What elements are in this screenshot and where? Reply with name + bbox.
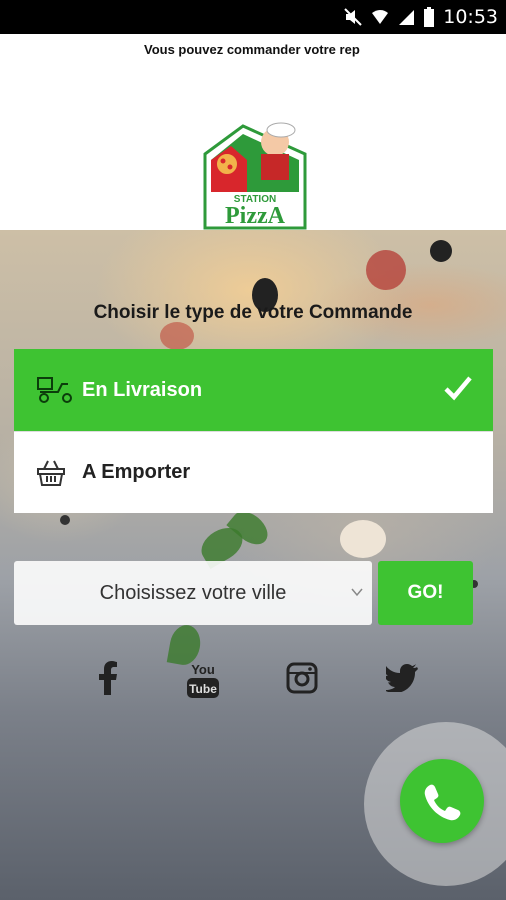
city-select[interactable]: Choisissez votre ville <box>14 561 372 625</box>
station-pizza-logo: STATION PizzA <box>203 122 307 230</box>
logo-line2: PizzA <box>225 203 286 229</box>
order-type-delivery[interactable]: En Livraison <box>14 349 493 431</box>
mushroom-decoration <box>340 520 386 558</box>
olive-decoration <box>430 240 452 262</box>
pepper-decoration <box>60 515 70 525</box>
page-title: Choisir le type de votre Commande <box>93 302 413 323</box>
city-select-value: Choisissez votre ville <box>99 581 287 604</box>
order-type-label: En Livraison <box>82 378 203 401</box>
checkmark-icon <box>444 376 472 401</box>
signal-icon <box>399 10 415 25</box>
youtube-text-top: You <box>191 662 215 677</box>
youtube-text-bottom: Tube <box>189 682 217 696</box>
twitter-link[interactable] <box>384 658 420 698</box>
instagram-icon <box>286 662 318 694</box>
facebook-link[interactable] <box>92 658 124 698</box>
mute-icon <box>344 8 362 26</box>
twitter-icon <box>386 664 418 692</box>
battery-icon <box>424 7 435 27</box>
basket-icon <box>36 458 76 488</box>
wifi-icon <box>372 10 389 24</box>
logo-area: STATION PizzA <box>0 70 506 230</box>
delivery-scooter-icon <box>36 375 76 405</box>
salami-decoration <box>160 322 194 350</box>
call-button[interactable] <box>400 759 484 843</box>
youtube-link[interactable]: You Tube <box>184 658 222 702</box>
marquee-banner: Vous pouvez commander votre rep <box>0 34 506 70</box>
order-type-takeaway[interactable]: A Emporter <box>14 431 493 513</box>
go-button[interactable]: GO! <box>378 561 473 625</box>
instagram-link[interactable] <box>284 658 320 698</box>
status-time: 10:53 <box>443 6 498 28</box>
youtube-icon: You Tube <box>187 662 219 698</box>
phone-icon <box>424 784 461 821</box>
salami-decoration <box>366 250 406 290</box>
status-bar: 10:53 <box>0 0 506 34</box>
chevron-down-icon <box>351 588 363 597</box>
marquee-text: Vous pouvez commander votre rep <box>144 42 360 57</box>
facebook-icon <box>99 661 117 695</box>
order-type-label: A Emporter <box>82 461 191 483</box>
hero-background: Choisir le type de votre Commande En Liv… <box>0 230 506 900</box>
